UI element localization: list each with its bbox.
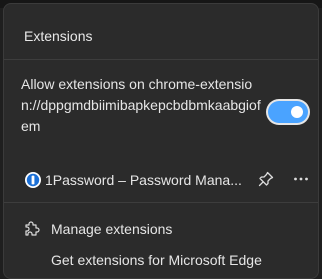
puzzle-icon (25, 221, 40, 236)
allow-extensions-toggle[interactable] (268, 101, 308, 123)
extensions-popup: Extensions Allow extensions on chrome-ex… (3, 3, 319, 279)
allow-extensions-label: Allow extensions on chrome-extension://d… (21, 76, 261, 134)
divider (4, 59, 318, 60)
toggle-knob (291, 106, 303, 118)
extension-item-1password[interactable]: 1Password – Password Mana... (21, 169, 317, 193)
get-extensions-link[interactable]: Get extensions for Microsoft Edge (51, 252, 262, 268)
divider (4, 202, 318, 203)
extension-name: 1Password – Password Mana... (45, 172, 242, 188)
more-options-icon[interactable] (292, 170, 310, 188)
popup-title: Extensions (24, 28, 93, 44)
1password-icon (25, 172, 41, 188)
pin-icon[interactable] (257, 170, 275, 188)
manage-extensions-button[interactable]: Manage extensions (21, 217, 311, 241)
manage-extensions-label: Manage extensions (51, 221, 173, 237)
